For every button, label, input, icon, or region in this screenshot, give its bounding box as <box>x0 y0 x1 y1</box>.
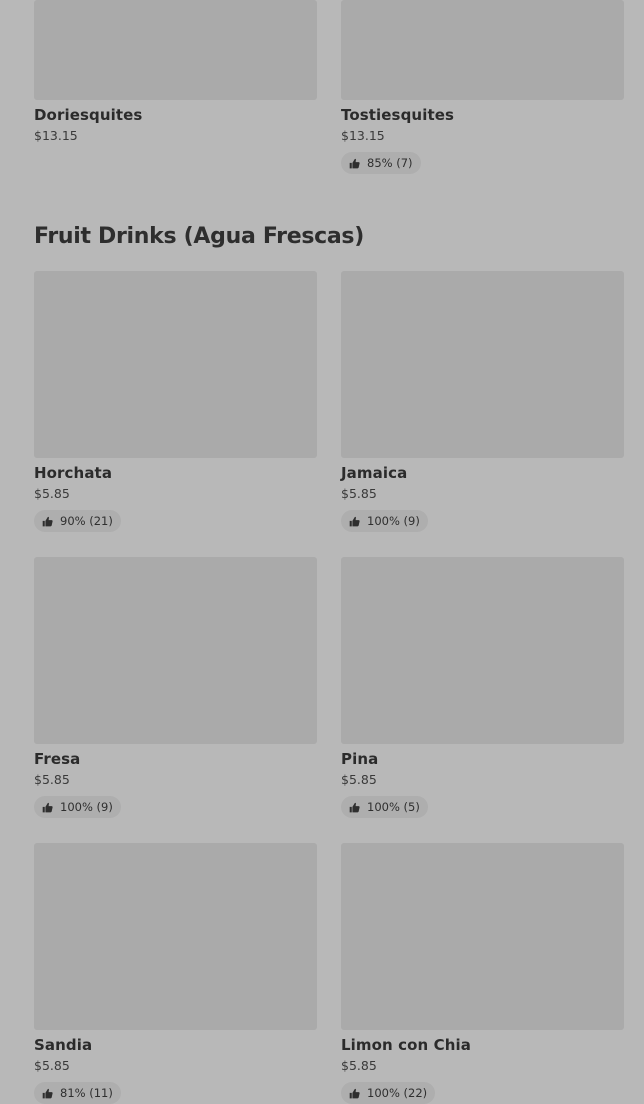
menu-item-name: Jamaica <box>341 464 408 482</box>
rating-badge: 85% (7) <box>341 152 421 174</box>
menu-item-price: $5.85 <box>341 486 377 501</box>
thumbs-up-icon <box>42 802 53 812</box>
menu-item-card[interactable]: Jamaica $5.85 100% (9) <box>341 271 624 532</box>
rating-badge: 81% (11) <box>34 1082 121 1104</box>
menu-item-price: $5.85 <box>341 1058 377 1073</box>
menu-item-price: $5.85 <box>34 772 70 787</box>
menu-item-price: $5.85 <box>34 486 70 501</box>
menu-item-name: Sandia <box>34 1036 93 1054</box>
menu-item-card[interactable]: Pina $5.85 100% (5) <box>341 557 624 818</box>
rating-text: 85% (7) <box>367 156 413 170</box>
menu-item-image[interactable] <box>341 0 624 100</box>
thumbs-up-icon <box>349 802 360 812</box>
menu-item-name: Doriesquites <box>34 106 143 124</box>
menu-item-price: $5.85 <box>34 1058 70 1073</box>
menu-item-name: Limon con Chia <box>341 1036 471 1054</box>
rating-badge: 100% (5) <box>341 796 428 818</box>
thumbs-up-icon <box>349 158 360 168</box>
menu-item-image[interactable] <box>34 843 317 1030</box>
rating-text: 100% (9) <box>367 514 420 528</box>
rating-text: 90% (21) <box>60 514 113 528</box>
menu-item-image[interactable] <box>34 271 317 458</box>
menu-item-card[interactable]: Fresa $5.85 100% (9) <box>34 557 317 818</box>
menu-item-image[interactable] <box>341 843 624 1030</box>
menu-item-price: $5.85 <box>341 772 377 787</box>
rating-text: 100% (22) <box>367 1086 428 1100</box>
rating-text: 100% (5) <box>367 800 420 814</box>
menu-item-card[interactable]: Doriesquites $13.15 <box>34 0 317 143</box>
menu-item-image[interactable] <box>341 271 624 458</box>
menu-item-name: Horchata <box>34 464 113 482</box>
menu-item-card[interactable]: Sandia $5.85 81% (11) <box>34 843 317 1104</box>
rating-text: 81% (11) <box>60 1086 113 1100</box>
thumbs-up-icon <box>349 516 360 526</box>
section-title: Fruit Drinks (Agua Frescas) <box>34 224 364 249</box>
menu-item-name: Tostiesquites <box>341 106 455 124</box>
rating-badge: 100% (9) <box>341 510 428 532</box>
menu-item-name: Pina <box>341 750 379 768</box>
menu-item-price: $13.15 <box>34 128 78 143</box>
rating-badge: 90% (21) <box>34 510 121 532</box>
thumbs-up-icon <box>42 1088 53 1098</box>
menu-item-image[interactable] <box>341 557 624 744</box>
menu-item-price: $13.15 <box>341 128 385 143</box>
menu-item-card[interactable]: Limon con Chia $5.85 100% (22) <box>341 843 624 1104</box>
menu-item-card[interactable]: Tostiesquites $13.15 85% (7) <box>341 0 624 174</box>
thumbs-up-icon <box>42 516 53 526</box>
rating-text: 100% (9) <box>60 800 113 814</box>
menu-item-card[interactable]: Horchata $5.85 90% (21) <box>34 271 317 532</box>
thumbs-up-icon <box>349 1088 360 1098</box>
menu-item-name: Fresa <box>34 750 81 768</box>
menu-item-image[interactable] <box>34 0 317 100</box>
rating-badge: 100% (9) <box>34 796 121 818</box>
menu-item-image[interactable] <box>34 557 317 744</box>
rating-badge: 100% (22) <box>341 1082 436 1104</box>
